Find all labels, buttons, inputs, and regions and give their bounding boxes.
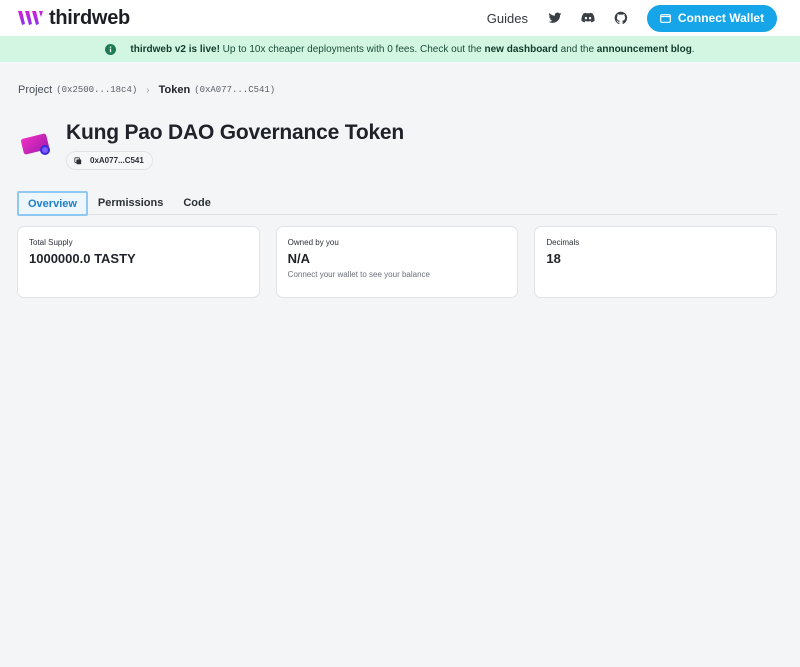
breadcrumb-token-address: (0xA077...C541) xyxy=(194,85,276,95)
nav-actions: Guides Connect Wallet xyxy=(487,4,777,32)
banner-text-3: . xyxy=(691,43,695,55)
token-header: Kung Pao DAO Governance Token 0xA077...C… xyxy=(18,120,404,170)
banner-text: Up to 10x cheaper deployments with 0 fee… xyxy=(219,43,485,55)
copy-icon xyxy=(74,156,82,164)
breadcrumb: Project (0x2500...18c4) › Token (0xA077.… xyxy=(18,84,275,96)
card-value: 18 xyxy=(546,251,561,266)
token-logo-icon xyxy=(20,133,50,155)
banner-text-2: and the xyxy=(557,43,597,55)
tab-permissions[interactable]: Permissions xyxy=(88,191,173,215)
total-supply-card: Total Supply 1000000.0 TASTY xyxy=(17,226,260,298)
info-icon xyxy=(105,43,117,55)
card-value: N/A xyxy=(287,251,311,266)
connect-wallet-button[interactable]: Connect Wallet xyxy=(647,4,777,32)
brand-name: thirdweb xyxy=(49,6,130,29)
owned-by-you-card: Owned by you N/A Connect your wallet to … xyxy=(275,226,519,298)
announcement-blog-link[interactable]: announcement blog xyxy=(597,44,692,55)
tab-bar: Overview Permissions Code xyxy=(17,191,777,216)
tab-code[interactable]: Code xyxy=(173,191,221,215)
new-dashboard-link[interactable]: new dashboard xyxy=(485,44,558,55)
wallet-icon xyxy=(659,14,671,23)
copy-address-button[interactable]: 0xA077...C541 xyxy=(66,151,153,170)
card-subtext: Connect your wallet to see your balance xyxy=(287,270,430,279)
breadcrumb-token: Token xyxy=(158,84,191,96)
breadcrumb-chevron-icon: › xyxy=(146,84,150,96)
tab-overview[interactable]: Overview xyxy=(17,191,88,216)
connect-wallet-label: Connect Wallet xyxy=(677,11,765,25)
card-label: Owned by you xyxy=(287,238,339,247)
github-icon[interactable] xyxy=(614,11,628,25)
token-address: 0xA077...C541 xyxy=(90,156,144,165)
stats-cards: Total Supply 1000000.0 TASTY Owned by yo… xyxy=(17,226,778,298)
guides-link[interactable]: Guides xyxy=(487,11,528,26)
top-navbar: thirdweb Guides Connect Wallet xyxy=(0,0,800,36)
brand-logo[interactable]: thirdweb xyxy=(18,7,130,30)
twitter-icon[interactable] xyxy=(548,11,562,25)
announcement-banner: thirdweb v2 is live! Up to 10x cheaper d… xyxy=(0,36,800,62)
card-label: Decimals xyxy=(546,238,580,247)
thirdweb-logo-icon xyxy=(18,11,43,25)
card-label: Total Supply xyxy=(29,238,73,247)
discord-icon[interactable] xyxy=(581,11,595,25)
breadcrumb-project-address[interactable]: (0x2500...18c4) xyxy=(56,85,137,95)
breadcrumb-project[interactable]: Project xyxy=(18,84,52,96)
page-title: Kung Pao DAO Governance Token xyxy=(66,121,405,144)
decimals-card: Decimals 18 xyxy=(534,226,778,298)
card-value: 1000000.0 TASTY xyxy=(29,251,136,266)
banner-lead: thirdweb v2 is live! xyxy=(130,43,220,55)
